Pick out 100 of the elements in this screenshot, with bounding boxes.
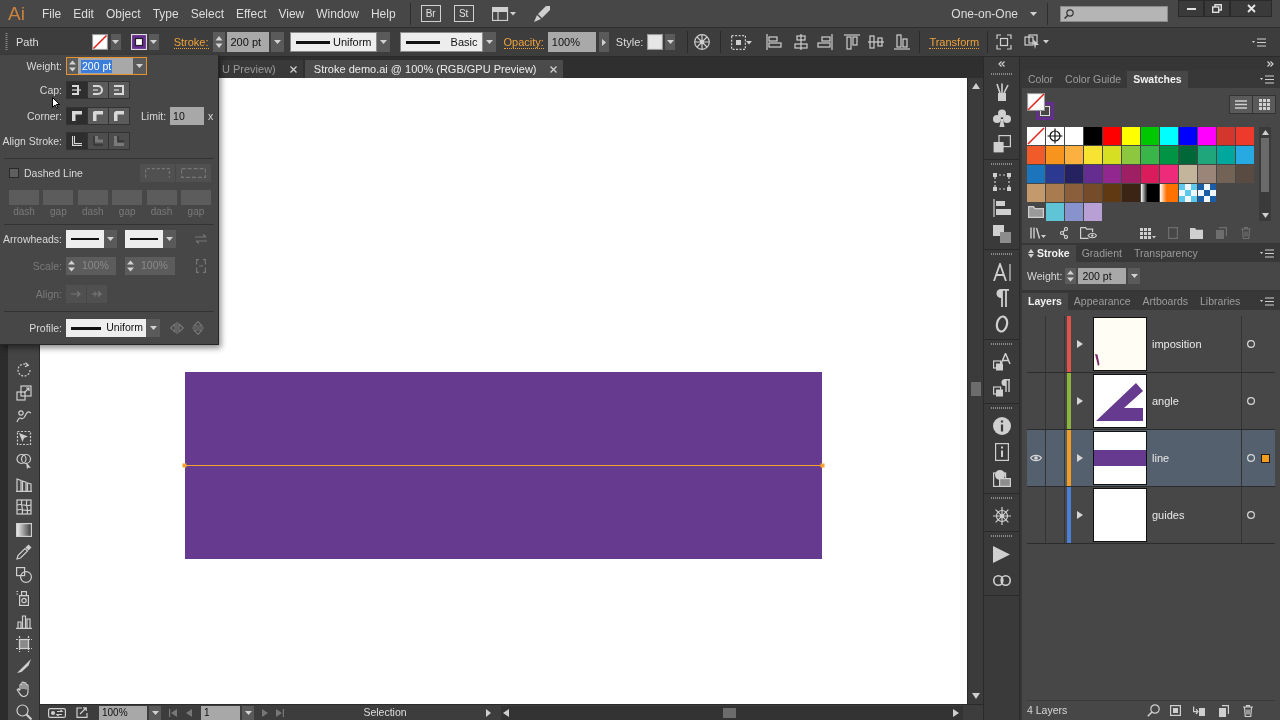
stroke-indicator-icon[interactable] bbox=[1036, 102, 1054, 120]
expand-triangle-icon[interactable] bbox=[1077, 511, 1083, 519]
color-swatch-icon[interactable] bbox=[1198, 165, 1216, 183]
folder-icon[interactable] bbox=[1028, 206, 1044, 218]
scale-icon[interactable] bbox=[15, 384, 32, 401]
scroll-thumb[interactable] bbox=[970, 382, 981, 396]
eye-icon[interactable] bbox=[1030, 454, 1042, 462]
stepped-bars-icon[interactable] bbox=[15, 476, 32, 492]
pilcrow-icon[interactable] bbox=[993, 289, 1010, 307]
square-circle-icon[interactable] bbox=[15, 567, 32, 584]
panel-menu-icon[interactable] bbox=[1260, 75, 1274, 84]
color-swatch-icon[interactable] bbox=[1198, 146, 1216, 164]
color-swatch-icon[interactable] bbox=[1198, 127, 1216, 145]
document-tab[interactable]: U Preview) bbox=[220, 60, 303, 78]
panel-menu-icon[interactable] bbox=[1260, 297, 1274, 306]
menu-item[interactable]: Select bbox=[184, 2, 230, 25]
expand-triangle-icon[interactable] bbox=[1077, 397, 1083, 405]
right-arrow-icon[interactable] bbox=[953, 708, 959, 717]
letter-a-icon[interactable] bbox=[992, 263, 1011, 281]
color-swatch-icon[interactable] bbox=[1122, 184, 1140, 202]
dashed-line-checkbox[interactable] bbox=[9, 168, 19, 178]
color-swatch-icon[interactable] bbox=[1179, 127, 1197, 145]
panel-tab[interactable]: Stroke bbox=[1022, 245, 1076, 262]
color-swatch-icon[interactable] bbox=[1084, 146, 1102, 164]
color-swatch-icon[interactable] bbox=[1122, 146, 1140, 164]
color-swatch-icon[interactable] bbox=[1160, 165, 1178, 183]
pencil-icon[interactable] bbox=[532, 4, 551, 23]
dropdown-button[interactable] bbox=[149, 705, 161, 720]
up-arrow-icon[interactable] bbox=[971, 83, 980, 89]
brush-dropdown[interactable]: Basic bbox=[399, 32, 496, 52]
stroke-profile-dropdown[interactable]: Uniform bbox=[289, 32, 390, 52]
menu-item[interactable]: File bbox=[35, 2, 68, 25]
opacity-link[interactable]: Opacity: bbox=[503, 35, 544, 49]
first-artboard-icon[interactable] bbox=[169, 708, 177, 717]
gradient-icon[interactable] bbox=[15, 521, 32, 538]
close-icon[interactable] bbox=[550, 65, 558, 73]
stock-button[interactable]: St bbox=[453, 5, 474, 22]
zoom-field[interactable]: 100% bbox=[99, 705, 147, 720]
color-swatch-icon[interactable] bbox=[1084, 184, 1102, 202]
spinner-icon[interactable] bbox=[67, 58, 78, 74]
color-swatch-icon[interactable] bbox=[1065, 127, 1083, 145]
color-swatch-icon[interactable] bbox=[1122, 165, 1140, 183]
play-icon[interactable] bbox=[993, 545, 1010, 563]
panel-tab[interactable]: Color Guide bbox=[1059, 71, 1128, 88]
bar-chart-icon[interactable] bbox=[15, 612, 32, 629]
corner-button[interactable] bbox=[88, 108, 108, 124]
profile-dropdown[interactable]: Uniform bbox=[66, 319, 160, 337]
selected-art-icon[interactable] bbox=[1261, 453, 1270, 463]
info-icon[interactable] bbox=[992, 417, 1011, 435]
color-swatch-icon[interactable] bbox=[1236, 165, 1254, 183]
free-transform-icon[interactable] bbox=[15, 430, 32, 447]
anchor-point[interactable] bbox=[820, 463, 825, 468]
styled-pilcrow-icon[interactable] bbox=[992, 379, 1011, 397]
cap-button[interactable] bbox=[109, 82, 129, 98]
menu-item[interactable]: View bbox=[272, 2, 311, 25]
color-swatch-icon[interactable] bbox=[1103, 146, 1121, 164]
menu-item[interactable]: Effect bbox=[230, 2, 273, 25]
color-swatch-icon[interactable] bbox=[1084, 127, 1102, 145]
down-arrow-icon[interactable] bbox=[1261, 213, 1269, 218]
close-icon[interactable] bbox=[289, 65, 297, 73]
color-swatch-icon[interactable] bbox=[1046, 184, 1064, 202]
color-swatch-icon[interactable] bbox=[1103, 165, 1121, 183]
squares-cursor-icon[interactable] bbox=[1024, 34, 1050, 50]
anchor-point[interactable] bbox=[182, 463, 187, 468]
layer-name[interactable]: imposition bbox=[1152, 335, 1241, 353]
fill-swatch-icon[interactable] bbox=[91, 34, 108, 50]
corner-button[interactable] bbox=[67, 108, 87, 124]
weight-field[interactable]: 200 pt bbox=[1078, 268, 1127, 284]
warp-icon[interactable] bbox=[15, 407, 32, 424]
gradient-swatch-icon[interactable] bbox=[1141, 184, 1159, 202]
spinner-icon[interactable] bbox=[212, 32, 225, 52]
panel-tab[interactable]: Transparency bbox=[1127, 245, 1204, 262]
left-arrow-icon[interactable] bbox=[503, 708, 509, 717]
color-swatch-icon[interactable] bbox=[1217, 146, 1235, 164]
align-top-icon[interactable] bbox=[844, 34, 861, 50]
overlapping-squares-icon[interactable] bbox=[992, 135, 1011, 153]
color-swatch-icon[interactable] bbox=[1103, 127, 1121, 145]
spinner-icon[interactable] bbox=[125, 258, 136, 274]
stroke-swatch-icon[interactable] bbox=[130, 34, 147, 50]
graphic-style-swatch-icon[interactable] bbox=[647, 34, 664, 50]
rotate-icon[interactable] bbox=[15, 362, 32, 378]
color-swatch-icon[interactable] bbox=[1046, 203, 1064, 221]
artboard-number-field[interactable]: 1 bbox=[201, 705, 240, 720]
color-swatch-icon[interactable] bbox=[1084, 203, 1102, 221]
grip-icon[interactable] bbox=[5, 33, 8, 51]
hand-icon[interactable] bbox=[15, 681, 32, 698]
horizontal-scrollbar[interactable] bbox=[501, 705, 963, 720]
bridge-button[interactable]: Br bbox=[420, 5, 441, 22]
checker-pattern-swatch-icon[interactable] bbox=[1198, 184, 1216, 202]
dropdown-button[interactable] bbox=[270, 32, 284, 52]
books-icon[interactable] bbox=[1030, 227, 1046, 239]
color-swatch-icon[interactable] bbox=[1065, 203, 1083, 221]
circle-squares-icon[interactable] bbox=[992, 469, 1011, 487]
color-swatch-icon[interactable] bbox=[1027, 146, 1045, 164]
scroll-thumb[interactable] bbox=[723, 707, 736, 718]
grid-view-button[interactable] bbox=[1253, 96, 1275, 113]
opacity-slider-button[interactable] bbox=[598, 32, 609, 52]
panel-tab[interactable]: Artboards bbox=[1136, 293, 1195, 310]
down-arrow-icon[interactable] bbox=[971, 693, 980, 699]
dropdown-button[interactable] bbox=[110, 34, 121, 50]
